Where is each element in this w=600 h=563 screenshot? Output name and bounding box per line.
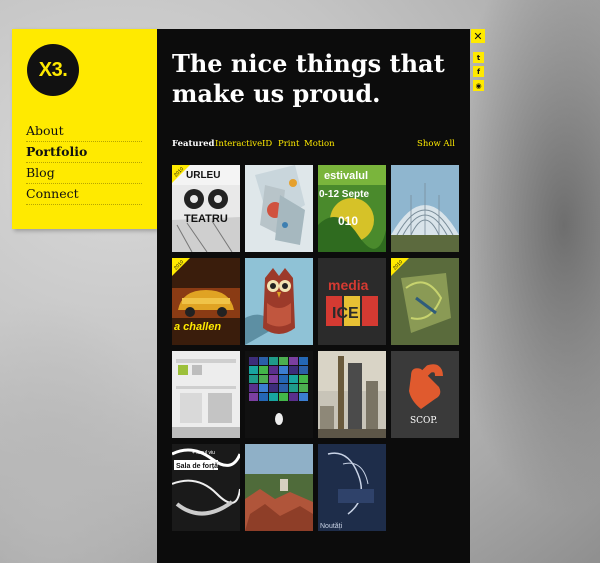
mosaic-cell [279, 384, 288, 392]
mosaic-cell [259, 375, 268, 383]
mosaic-cell [249, 393, 258, 401]
filter-print[interactable]: Print [278, 139, 299, 149]
mosaic-cell [269, 366, 278, 374]
close-icon[interactable]: ✕ [471, 29, 485, 43]
nav-item-about[interactable]: About [26, 121, 142, 142]
mosaic-cell [289, 384, 298, 392]
tile-text: URLEU [186, 170, 220, 181]
mosaic-cell [259, 357, 268, 365]
mosaic-cell [269, 384, 278, 392]
filter-interactive[interactable]: Interactive [215, 139, 262, 149]
portfolio-tile-owl[interactable] [245, 258, 313, 345]
portfolio-tile-festival[interactable]: estivalul 0-12 Septe 010 [318, 165, 386, 252]
main-nav: About Portfolio Blog Connect [26, 121, 142, 205]
mosaic-cell [289, 366, 298, 374]
portfolio-tile-mosaic[interactable] [245, 351, 313, 438]
mosaic-cell [249, 384, 258, 392]
mosaic-cell [279, 357, 288, 365]
title-line-1: The nice things that [172, 49, 445, 78]
nav-item-portfolio[interactable]: Portfolio [26, 142, 142, 163]
portfolio-tile-architecture[interactable] [391, 165, 459, 252]
show-all-link[interactable]: Show All [417, 139, 455, 149]
mosaic-cell [299, 357, 308, 365]
tile-text: estivalul [324, 170, 368, 182]
mosaic-cell [299, 375, 308, 383]
mosaic-cell [249, 366, 258, 374]
filter-featured[interactable]: Featured [172, 139, 214, 149]
filter-bar: Featured Interactive ID Print Motion Sho… [172, 139, 455, 153]
mosaic-cell [289, 393, 298, 401]
tile-text: ICE [332, 305, 359, 322]
tile-text: + tonul viu [192, 450, 215, 456]
portfolio-tile-interior[interactable] [172, 351, 240, 438]
portfolio-tile-sketch[interactable]: 2010 [391, 258, 459, 345]
portfolio-tile-car[interactable]: 2010 a challen [172, 258, 240, 345]
mosaic-cell [249, 357, 258, 365]
facebook-icon[interactable]: f [473, 66, 484, 77]
tile-text: 0-12 Septe [319, 189, 369, 200]
mosaic-cell [289, 357, 298, 365]
portfolio-tile-noutati[interactable]: Noutăți [318, 444, 386, 531]
portfolio-tile-teatru[interactable]: URLEU TEATRU 2010 [172, 165, 240, 252]
mosaic-cell [279, 366, 288, 374]
mosaic-cell [259, 393, 268, 401]
filter-motion[interactable]: Motion [304, 139, 335, 149]
sidebar: X3. About Portfolio Blog Connect [12, 29, 157, 229]
portfolio-tile-sala[interactable]: Sala de forță + tonul viu [172, 444, 240, 531]
portfolio-tile-mediaice[interactable]: media ICE [318, 258, 386, 345]
portfolio-tile-city[interactable] [318, 351, 386, 438]
mosaic-cell [259, 366, 268, 374]
portfolio-panel: The nice things that make us proud. Feat… [157, 29, 470, 563]
nav-item-blog[interactable]: Blog [26, 163, 142, 184]
mosaic-cell [249, 375, 258, 383]
nav-item-connect[interactable]: Connect [26, 184, 142, 205]
tile-text: media [328, 277, 369, 293]
twitter-icon[interactable]: t [473, 52, 484, 63]
tile-text: a challen [174, 321, 221, 333]
page-title: The nice things that make us proud. [172, 49, 462, 109]
mosaic-cell [299, 393, 308, 401]
tile-text: Noutăți [320, 523, 343, 530]
mosaic-cell [259, 384, 268, 392]
logo[interactable]: X3. [27, 44, 79, 96]
portfolio-tile-rooftops[interactable] [245, 444, 313, 531]
rss-icon[interactable]: ◉ [473, 80, 484, 91]
mosaic-cell [279, 393, 288, 401]
mosaic-cell [269, 357, 278, 365]
mosaic-cell [299, 384, 308, 392]
mosaic-cell [269, 375, 278, 383]
tile-text: SCOP. [410, 416, 438, 426]
background-blur [0, 300, 170, 563]
tile-text: TEATRU [184, 213, 228, 225]
portfolio-tile-illustration[interactable] [245, 165, 313, 252]
portfolio-tile-scop[interactable]: SCOP. [391, 351, 459, 438]
mosaic-cell [289, 375, 298, 383]
mosaic-cell [279, 375, 288, 383]
filter-id[interactable]: ID [262, 139, 272, 149]
tile-text: Sala de forță [176, 463, 218, 470]
mosaic-cell [299, 366, 308, 374]
tile-text: 010 [338, 214, 358, 228]
mosaic-cell [269, 393, 278, 401]
title-line-2: make us proud. [172, 79, 381, 108]
